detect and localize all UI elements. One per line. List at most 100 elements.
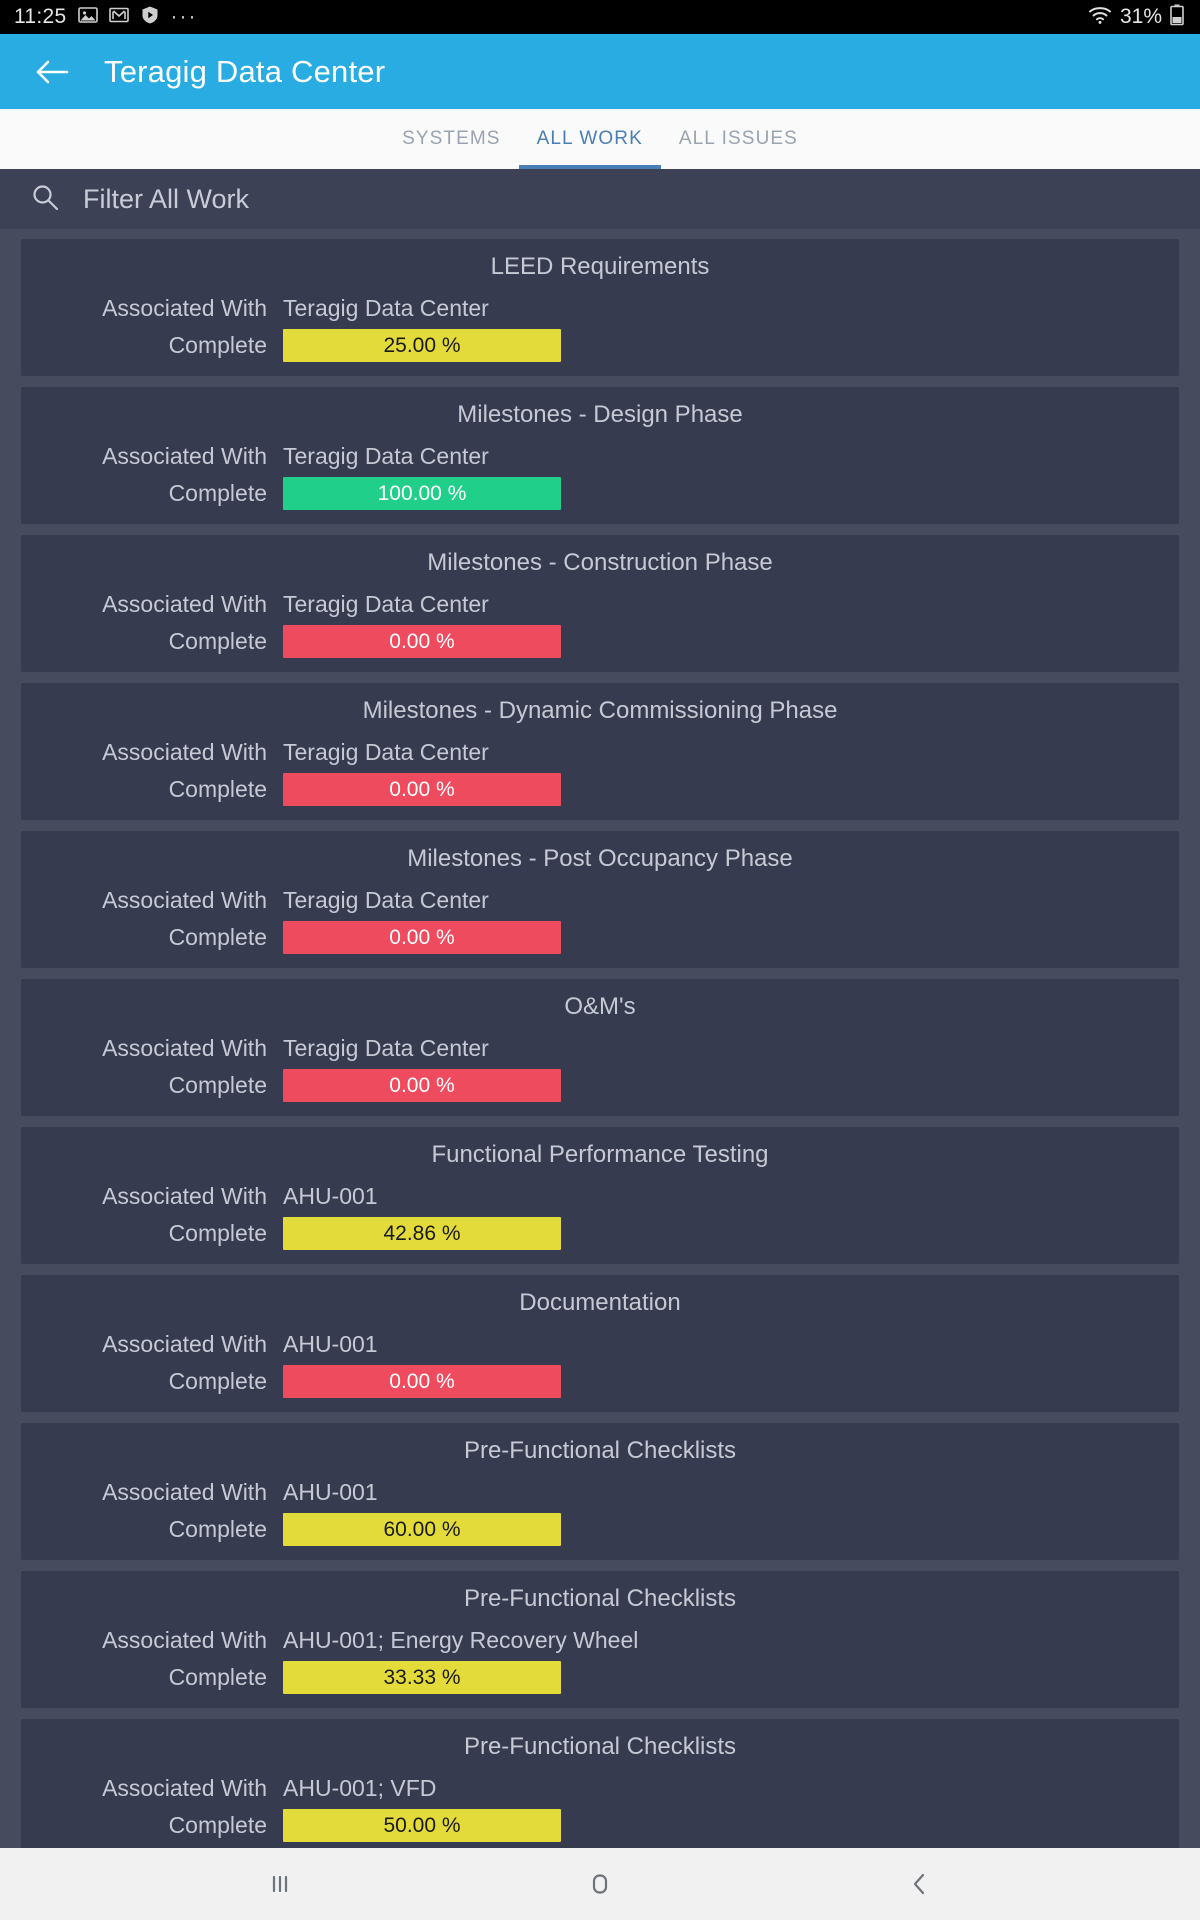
complete-label: Complete [168,776,267,802]
work-card[interactable]: Milestones - Post Occupancy Phase Associ… [21,831,1179,968]
gmail-icon [108,5,129,30]
complete-label: Complete [168,1368,267,1394]
work-card[interactable]: Pre-Functional Checklists Associated Wit… [21,1423,1179,1560]
associated-with-label: Associated With [102,1627,267,1653]
search-icon [30,182,60,217]
associated-with-row: Associated With AHU-001 [21,1331,1179,1358]
progress-bar: 33.33 % [283,1661,561,1694]
recents-icon[interactable] [240,1854,320,1914]
complete-row: Complete 42.86 % [21,1217,1179,1250]
photos-icon [77,5,98,30]
progress-bar: 0.00 % [283,625,561,658]
work-card[interactable]: Functional Performance Testing Associate… [21,1127,1179,1264]
status-bar: 11:25 ··· 31% [0,0,1200,34]
associated-with-label: Associated With [102,443,267,469]
associated-with-label: Associated With [102,739,267,765]
associated-with-row: Associated With Teragig Data Center [21,739,1179,766]
associated-with-row: Associated With Teragig Data Center [21,887,1179,914]
work-card-title: Pre-Functional Checklists [463,1585,737,1612]
associated-with-label: Associated With [102,1775,267,1801]
complete-row: Complete 60.00 % [21,1513,1179,1546]
work-list[interactable]: LEED Requirements Associated With Teragi… [0,229,1200,1848]
complete-label: Complete [168,1072,267,1098]
phone-screen: 11:25 ··· 31% Teragig Data Center SYSTEM… [0,0,1200,1920]
battery-percent: 31% [1119,5,1162,28]
status-bar-left: 11:25 ··· [14,5,197,30]
associated-with-label: Associated With [102,591,267,617]
battery-icon [1170,4,1184,31]
progress-bar: 25.00 % [283,329,561,362]
associated-with-label: Associated With [102,1183,267,1209]
back-arrow-icon[interactable] [34,54,70,90]
tab-all-issues[interactable]: ALL ISSUES [661,109,816,169]
complete-row: Complete 33.33 % [21,1661,1179,1694]
home-icon[interactable] [560,1854,640,1914]
work-card[interactable]: Documentation Associated With AHU-001 Co… [21,1275,1179,1412]
work-card[interactable]: O&M's Associated With Teragig Data Cente… [21,979,1179,1116]
work-card[interactable]: Pre-Functional Checklists Associated Wit… [21,1719,1179,1848]
progress-bar: 100.00 % [283,477,561,510]
progress-bar: 60.00 % [283,1513,561,1546]
work-card[interactable]: Pre-Functional Checklists Associated Wit… [21,1571,1179,1708]
progress-bar: 50.00 % [283,1809,561,1842]
complete-row: Complete 50.00 % [21,1809,1179,1842]
associated-with-value: AHU-001; Energy Recovery Wheel [283,1627,639,1653]
associated-with-value: Teragig Data Center [283,739,489,765]
nav-back-icon[interactable] [880,1854,960,1914]
work-card-title: Pre-Functional Checklists [463,1437,737,1464]
system-nav-bar [0,1848,1200,1920]
associated-with-row: Associated With AHU-001 [21,1479,1179,1506]
associated-with-row: Associated With AHU-001; Energy Recovery… [21,1627,1179,1654]
complete-label: Complete [168,332,267,358]
tab-all-work[interactable]: ALL WORK [518,109,662,169]
associated-with-label: Associated With [102,1035,267,1061]
work-card-title: LEED Requirements [490,253,710,280]
progress-bar: 0.00 % [283,921,561,954]
complete-label: Complete [168,1664,267,1690]
complete-row: Complete 100.00 % [21,477,1179,510]
associated-with-value: AHU-001; VFD [283,1775,437,1801]
filter-bar[interactable]: Filter All Work [0,169,1200,229]
work-card[interactable]: Milestones - Dynamic Commissioning Phase… [21,683,1179,820]
progress-bar: 42.86 % [283,1217,561,1250]
work-card-title: Milestones - Design Phase [457,401,743,428]
app-bar: Teragig Data Center [0,34,1200,109]
complete-label: Complete [168,1516,267,1542]
associated-with-label: Associated With [102,295,267,321]
associated-with-value: Teragig Data Center [283,443,489,469]
complete-row: Complete 0.00 % [21,773,1179,806]
progress-bar: 0.00 % [283,773,561,806]
associated-with-value: AHU-001 [283,1479,378,1505]
associated-with-label: Associated With [102,1331,267,1357]
search-input[interactable]: Filter All Work [83,184,249,215]
work-card-title: Functional Performance Testing [431,1141,769,1168]
complete-row: Complete 0.00 % [21,625,1179,658]
complete-row: Complete 0.00 % [21,1365,1179,1398]
associated-with-label: Associated With [102,1479,267,1505]
status-time: 11:25 [14,5,67,28]
work-card-title: O&M's [564,993,636,1020]
associated-with-row: Associated With Teragig Data Center [21,443,1179,470]
work-card[interactable]: LEED Requirements Associated With Teragi… [21,239,1179,376]
page-title: Teragig Data Center [104,53,386,89]
shield-play-icon [140,5,160,30]
work-card-title: Milestones - Construction Phase [427,549,773,576]
work-card[interactable]: Milestones - Design Phase Associated Wit… [21,387,1179,524]
work-card-title: Pre-Functional Checklists [463,1733,737,1760]
complete-label: Complete [168,628,267,654]
work-card-title: Documentation [519,1289,681,1316]
status-bar-right: 31% [1088,4,1184,31]
status-overflow-icon: ··· [170,5,198,28]
associated-with-value: Teragig Data Center [283,295,489,321]
work-card-title: Milestones - Dynamic Commissioning Phase [362,697,838,724]
complete-label: Complete [168,480,267,506]
associated-with-row: Associated With Teragig Data Center [21,295,1179,322]
associated-with-value: Teragig Data Center [283,887,489,913]
complete-row: Complete 0.00 % [21,921,1179,954]
associated-with-value: Teragig Data Center [283,591,489,617]
progress-bar: 0.00 % [283,1069,561,1102]
work-card[interactable]: Milestones - Construction Phase Associat… [21,535,1179,672]
associated-with-row: Associated With AHU-001 [21,1183,1179,1210]
tab-systems[interactable]: SYSTEMS [384,109,519,169]
associated-with-row: Associated With Teragig Data Center [21,1035,1179,1062]
